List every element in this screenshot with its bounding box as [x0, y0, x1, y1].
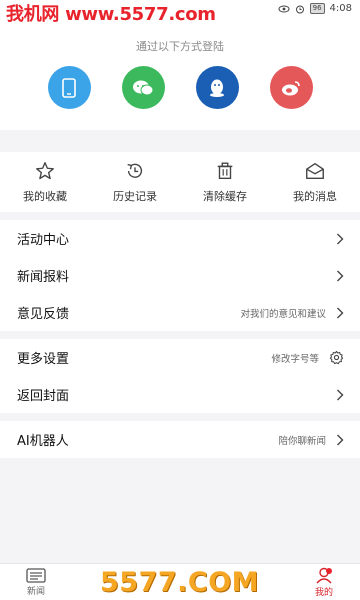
phone-icon [62, 77, 76, 98]
quick-actions: 我的收藏 历史记录 清除缓存 我的消息 [0, 152, 360, 212]
more-settings-row[interactable]: 更多设置 修改字号等 [0, 339, 360, 376]
clear-cache-button[interactable]: 清除缓存 [180, 152, 270, 212]
login-hint: 通过以下方式登陆 [136, 40, 224, 53]
feedback-row[interactable]: 意见反馈 对我们的意见和建议 [0, 294, 360, 331]
star-icon [36, 162, 54, 180]
favorites-button[interactable]: 我的收藏 [0, 152, 90, 212]
more-settings-hint: 修改字号等 [271, 353, 319, 365]
ai-robot-label: AI机器人 [17, 434, 69, 449]
news-tip-label: 新闻报料 [17, 270, 70, 285]
feedback-label: 意见反馈 [17, 307, 70, 322]
menu-group-3: AI机器人 陪你聊新闻 [0, 421, 360, 458]
login-panel: 通过以下方式登陆 [0, 22, 360, 130]
news-icon [26, 567, 46, 583]
back-to-cover-label: 返回封面 [17, 389, 70, 404]
activity-center-label: 活动中心 [17, 233, 70, 248]
qq-login-button[interactable] [195, 66, 239, 109]
eye-icon [278, 5, 290, 12]
gear-icon [329, 350, 344, 365]
wechat-icon [133, 80, 154, 95]
messages-button[interactable]: 我的消息 [270, 152, 360, 212]
status-icons: 96 4:08 [278, 3, 352, 14]
trash-icon [217, 162, 233, 180]
clear-cache-label: 清除缓存 [203, 190, 247, 203]
battery-level: 96 [309, 3, 325, 14]
ai-robot-hint: 陪你聊新闻 [278, 435, 326, 447]
nav-mine-label: 我的 [314, 587, 333, 598]
nav-news-label: 新闻 [26, 586, 45, 597]
alarm-icon [295, 5, 304, 13]
chevron-right-icon [337, 233, 344, 244]
menu-group-2: 更多设置 修改字号等 返回封面 [0, 339, 360, 413]
feedback-hint: 对我们的意见和建议 [240, 308, 326, 320]
ai-robot-row[interactable]: AI机器人 陪你聊新闻 [0, 421, 360, 458]
activity-center-row[interactable]: 活动中心 [0, 220, 360, 257]
chevron-right-icon [337, 389, 344, 400]
clock: 4:08 [329, 3, 352, 14]
envelope-icon [306, 162, 324, 180]
login-methods [0, 66, 360, 109]
section-gap [0, 212, 360, 220]
section-gap [0, 331, 360, 339]
chevron-right-icon [337, 434, 344, 445]
chevron-right-icon [337, 270, 344, 281]
section-gap [0, 130, 360, 152]
nav-news[interactable]: 新闻 [0, 564, 72, 600]
wechat-login-button[interactable] [121, 66, 165, 109]
history-button[interactable]: 历史记录 [90, 152, 180, 212]
notification-dot [326, 568, 332, 574]
history-icon [127, 163, 143, 178]
messages-label: 我的消息 [293, 190, 337, 203]
status-bar: 我机网 www.5577.com 96 4:08 [0, 0, 360, 25]
section-gap [0, 413, 360, 421]
menu-group-1: 活动中心 新闻报料 意见反馈 对我们的意见和建议 [0, 220, 360, 331]
nav-mine[interactable]: 我的 [288, 564, 360, 600]
weibo-icon [282, 80, 300, 95]
back-to-cover-row[interactable]: 返回封面 [0, 376, 360, 413]
history-label: 历史记录 [113, 190, 157, 203]
weibo-login-button[interactable] [269, 66, 313, 109]
chevron-right-icon [337, 307, 344, 318]
watermark-bottom: 5577.COM [100, 566, 260, 598]
favorites-label: 我的收藏 [23, 190, 67, 203]
phone-login-button[interactable] [47, 66, 91, 109]
news-tip-row[interactable]: 新闻报料 [0, 257, 360, 294]
qq-icon [210, 79, 224, 97]
more-settings-label: 更多设置 [17, 352, 70, 367]
